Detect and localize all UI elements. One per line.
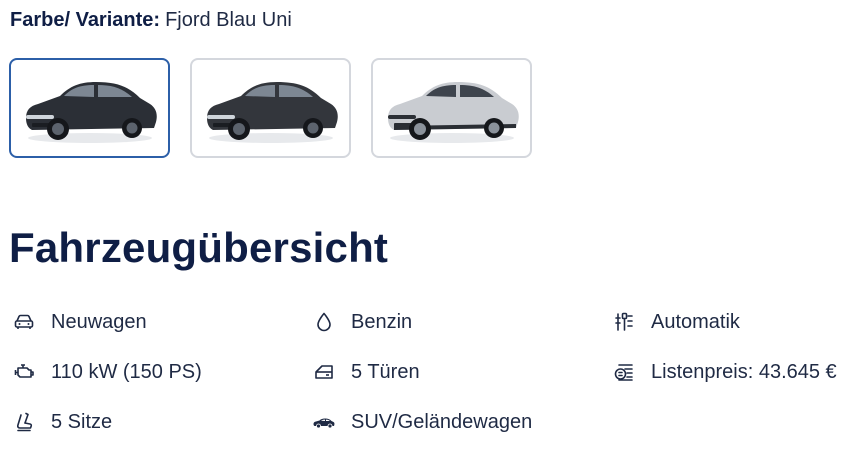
car-icon	[11, 309, 37, 335]
section-title: Fahrzeugübersicht	[9, 224, 389, 271]
spec-item-seats: 5 Sitze	[11, 400, 112, 444]
spec-text: 5 Türen	[351, 360, 420, 383]
spec-item-doors: 5 Türen	[311, 350, 420, 394]
color-variant-label: Farbe/ Variante:	[10, 9, 161, 31]
variant-swatch-1[interactable]	[9, 58, 170, 158]
color-variant-value: Fjord Blau Uni	[165, 9, 292, 31]
variant-swatch-3[interactable]	[371, 58, 532, 158]
spec-text: Automatik	[651, 310, 740, 333]
spec-text: 5 Sitze	[51, 410, 113, 433]
spec-item-power: 110 kW (150 PS)	[11, 350, 202, 394]
color-variant-selector	[9, 58, 532, 158]
spec-item-body-type: SUV/Geländewagen	[311, 400, 532, 444]
spec-text: Benzin	[351, 310, 413, 333]
spec-list: Neuwagen Benzin Automatik 110 kW (150 PS…	[0, 300, 865, 450]
spec-text: Neuwagen	[51, 310, 147, 333]
spec-item-transmission: Automatik	[611, 300, 740, 344]
car-image	[25, 82, 157, 143]
car-image	[387, 82, 519, 143]
color-variant-line: Farbe/ Variante: Fjord Blau Uni	[10, 7, 292, 33]
spec-item-list-price: Listenpreis: 43.645 €	[611, 350, 837, 394]
spec-item-condition: Neuwagen	[11, 300, 147, 344]
variant-swatch-2[interactable]	[190, 58, 351, 158]
gearshift-icon	[611, 309, 637, 335]
car-door-icon	[311, 359, 337, 385]
spec-text: Listenpreis: 43.645 €	[651, 360, 837, 383]
price-tag-icon	[611, 359, 637, 385]
fuel-drop-icon	[311, 309, 337, 335]
spec-item-fuel: Benzin	[311, 300, 412, 344]
spec-text: 110 kW (150 PS)	[51, 360, 202, 383]
vehicle-overview-panel: Farbe/ Variante: Fjord Blau Uni Fahrzeug…	[0, 0, 865, 470]
spec-text: SUV/Geländewagen	[351, 410, 533, 433]
engine-icon	[11, 359, 37, 385]
suv-icon	[311, 409, 337, 435]
car-image	[206, 82, 338, 143]
car-seat-icon	[11, 409, 37, 435]
